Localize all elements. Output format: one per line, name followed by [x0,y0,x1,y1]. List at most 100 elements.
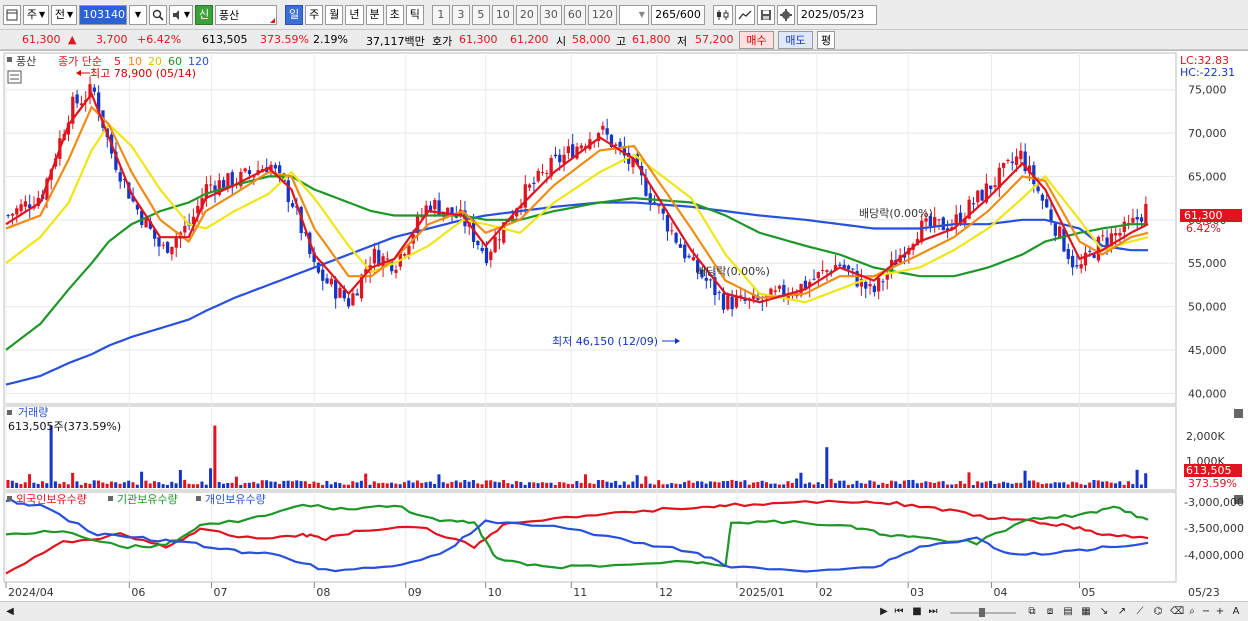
count-input[interactable]: 265/600 [650,4,705,25]
x-axis-label: 10 [488,586,502,599]
date-input[interactable]: 2025/05/23 [796,4,877,25]
code-dropdown-button[interactable]: ▼ [129,4,147,25]
first-page-icon[interactable]: ⏮ [893,604,905,619]
candle-body [1075,265,1079,267]
volume-bar [1131,484,1135,488]
interval-20[interactable]: 20 [515,4,538,25]
interval-30[interactable]: 30 [539,4,562,25]
interval-3[interactable]: 3 [451,4,470,25]
volume-bar [1019,482,1023,488]
drawing-tool-button[interactable] [734,4,755,25]
volume-bar [49,425,53,488]
candle-body [661,208,665,214]
price-axis-label: 40,000 [1188,387,1227,400]
interval-custom-input[interactable]: ▼ [618,4,649,25]
copy-icon[interactable]: ⧈ [1044,604,1056,619]
dividend-note-2: 배당락(0.00%) [859,207,933,220]
sell-button[interactable]: 매도 [778,31,813,49]
volume-bar [226,482,230,488]
volume-bar [153,481,157,488]
period-tab-year[interactable]: 년 [345,4,364,25]
candle-body [993,185,997,188]
volume-bar [967,472,971,488]
stop-icon[interactable]: ■ [911,604,923,619]
stock-code-input[interactable]: 103140 [79,4,127,25]
candle-body [708,279,713,281]
current-price-axis-label: 61,300 [1184,209,1223,222]
volume-bar [23,482,27,488]
period-tab-minute[interactable]: 분 [365,4,384,25]
volume-bar [1122,484,1126,488]
scroll-left-icon[interactable]: ◀ [4,604,16,619]
volume-bar [170,481,174,488]
volume-bar [252,481,256,488]
volume-bar [200,481,204,488]
candle-body [1058,226,1062,238]
volume-close-icon[interactable] [1234,409,1243,418]
ruler-icon[interactable]: ⟋ [1134,604,1146,619]
volume-bar [1114,483,1118,488]
period-tab-week[interactable]: 주 [305,4,324,25]
layout-icon[interactable]: ⧉ [1026,604,1038,619]
buy-button[interactable]: 매수 [739,31,774,49]
period-tab-month[interactable]: 월 [325,4,344,25]
volume-bar [510,484,514,488]
candle-body [23,201,28,207]
mode-label: 주 [26,8,37,21]
sound-button[interactable]: ▼ [169,4,193,25]
price-axis-label: 70,000 [1188,127,1227,140]
candle-body [165,241,170,253]
low-note: 최저 46,150 (12/09) [552,335,658,348]
volume-bar [157,482,161,488]
volume-bar [165,484,169,488]
mode-select[interactable]: 주 ▼ [23,4,49,25]
zoom-out-icon[interactable]: − [1200,604,1212,619]
volume-bar [1075,482,1079,488]
zoom-search-icon[interactable]: ⌕ [1186,604,1198,619]
volume-bar [411,482,415,488]
chart-canvas[interactable]: 풍산 종가 단순 5 10 20 60 120 최고 78,900 (05/14… [0,51,1248,603]
interval-120[interactable]: 120 [587,4,617,25]
volume-value-text: 613,505주(373.59%) [8,420,121,433]
volume-bar [480,484,484,488]
volume-bar [19,484,23,488]
interval-5[interactable]: 5 [471,4,490,25]
candle-body [334,279,338,299]
stock-name-field[interactable]: 풍산 [215,4,277,25]
interval-60[interactable]: 60 [563,4,586,25]
save-button[interactable] [756,4,775,25]
zoom-in-icon[interactable]: + [1214,604,1226,619]
avg-button[interactable]: 평 [817,31,835,49]
volume-bar [747,484,751,488]
volume-axis-2000k: 2,000K [1186,430,1225,443]
zoom-slider[interactable] [948,604,1018,619]
volume-bar [575,480,579,488]
erase-icon[interactable]: ⌫ [1170,604,1184,619]
period-tab-tick[interactable]: 틱 [405,4,424,25]
volume-bar [308,483,312,488]
arrow-tool-icon[interactable]: ↗ [1116,604,1128,619]
grid-icon[interactable]: ▦ [1080,604,1092,619]
calculator-icon[interactable] [7,70,22,84]
volume-bar [549,482,553,488]
volume-bar [997,483,1001,488]
volume-bar [62,481,66,488]
window-icon[interactable] [3,4,21,25]
tag-icon[interactable]: ⌬ [1152,604,1164,619]
mode2-select[interactable]: 전 ▼ [51,4,77,25]
search-button[interactable] [149,4,167,25]
volume-bar [1135,469,1139,488]
period-tab-day[interactable]: 일 [285,4,304,25]
volume-bar [269,481,273,488]
volume-bar [1040,484,1044,488]
interval-10[interactable]: 10 [491,4,514,25]
interval-1[interactable]: 1 [431,4,450,25]
split-icon[interactable]: ▤ [1062,604,1074,619]
settings-button[interactable] [776,4,795,25]
last-page-icon[interactable]: ⏭ [927,604,939,619]
line-tool-icon[interactable]: ↘ [1098,604,1110,619]
scroll-right-icon[interactable]: ▶ [878,604,890,619]
period-tab-second[interactable]: 초 [385,4,404,25]
font-icon[interactable]: A [1230,604,1242,619]
chart-type-button[interactable] [712,4,733,25]
